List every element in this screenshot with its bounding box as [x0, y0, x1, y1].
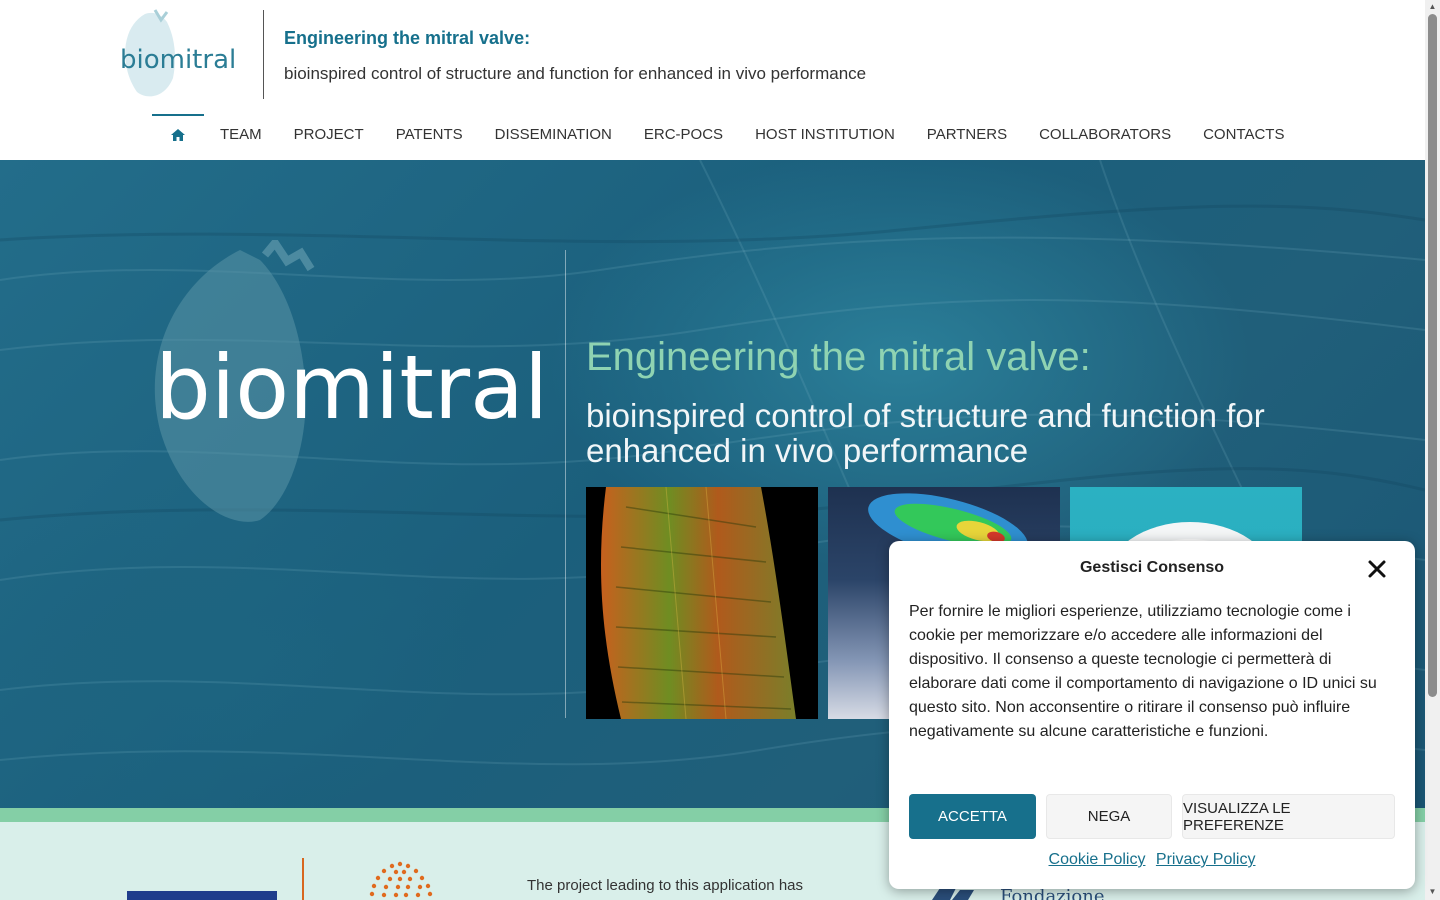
- view-preferences-button[interactable]: VISUALIZZA LE PREFERENZE: [1182, 794, 1395, 839]
- header-divider: [263, 10, 264, 99]
- cookie-consent-dialog: Gestisci Consenso Per fornire le miglior…: [889, 541, 1415, 889]
- nav-project[interactable]: PROJECT: [278, 114, 380, 154]
- hero-divider: [565, 250, 566, 718]
- site-logo[interactable]: biomitral: [115, 8, 250, 100]
- nav-host-institution[interactable]: HOST INSTITUTION: [739, 114, 911, 154]
- funding-text: The project leading to this application …: [527, 877, 804, 894]
- nav-patents[interactable]: PATENTS: [380, 114, 479, 154]
- hero-subtitle: bioinspired control of structure and fun…: [586, 397, 1265, 469]
- erc-logo: [369, 861, 433, 898]
- scrollbar-thumb[interactable]: [1428, 14, 1437, 697]
- cookie-dialog-title: Gestisci Consenso: [1079, 559, 1225, 576]
- home-icon: [171, 129, 185, 141]
- hero-logo: biomitral: [154, 240, 540, 522]
- main-nav: TEAM PROJECT PATENTS DISSEMINATION ERC-P…: [152, 114, 1300, 154]
- scroll-down-arrow-icon[interactable]: ▼: [1427, 887, 1438, 897]
- cookie-policy-links: Cookie Policy Privacy Policy: [889, 851, 1415, 869]
- close-icon[interactable]: [1365, 557, 1389, 581]
- hero-logo-text: biomitral: [155, 336, 540, 439]
- nav-contacts[interactable]: CONTACTS: [1187, 114, 1300, 154]
- nav-dissemination[interactable]: DISSEMINATION: [479, 114, 628, 154]
- hero-title: Engineering the mitral valve:: [586, 335, 1091, 379]
- site-logo-text: biomitral: [120, 45, 236, 75]
- privacy-policy-link[interactable]: Privacy Policy: [1156, 851, 1256, 868]
- eu-flag-logo: [127, 891, 277, 900]
- header-title: Engineering the mitral valve:: [284, 28, 531, 48]
- nav-erc-pocs[interactable]: ERC-POCS: [628, 114, 739, 154]
- scroll-up-arrow-icon[interactable]: ▲: [1427, 2, 1438, 12]
- nav-partners[interactable]: PARTNERS: [911, 114, 1023, 154]
- site-header: biomitral Engineering the mitral valve: …: [0, 0, 1425, 160]
- funding-divider: [302, 858, 304, 900]
- nav-team[interactable]: TEAM: [204, 114, 278, 154]
- cookie-policy-link[interactable]: Cookie Policy: [1049, 851, 1146, 868]
- nav-home[interactable]: [152, 114, 204, 154]
- tissue-microscopy-image: [586, 487, 818, 719]
- cookie-dialog-text: Per fornire le migliori esperienze, util…: [909, 603, 1377, 740]
- nav-collaborators[interactable]: COLLABORATORS: [1023, 114, 1187, 154]
- header-subtitle: bioinspired control of structure and fun…: [284, 64, 867, 83]
- deny-button[interactable]: NEGA: [1046, 794, 1172, 839]
- accept-button[interactable]: ACCETTA: [909, 794, 1036, 839]
